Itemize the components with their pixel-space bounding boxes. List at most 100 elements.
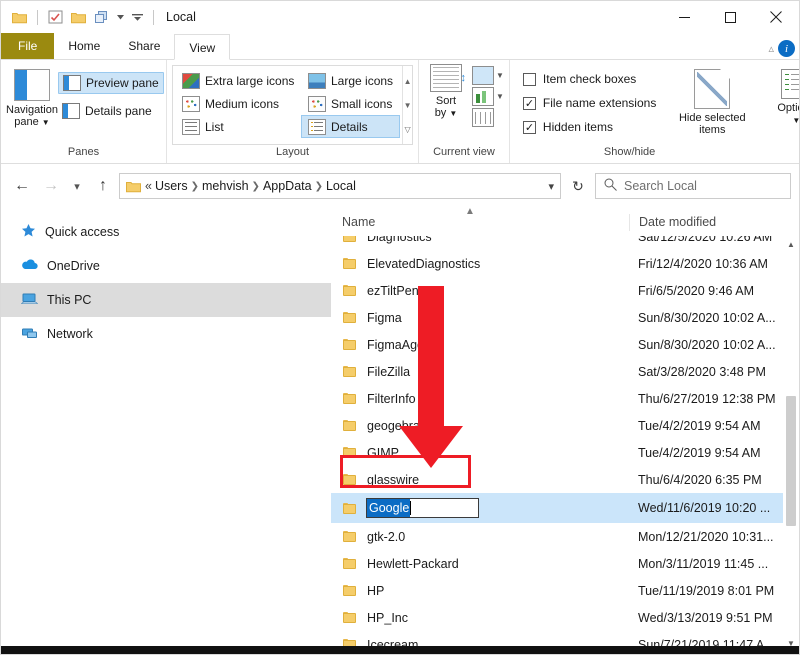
gallery-more-icon[interactable]: ▽ [404, 125, 410, 133]
search-input[interactable]: Search Local [624, 179, 697, 193]
breadcrumb-appdata[interactable]: AppData [263, 179, 312, 193]
navigation-pane-button[interactable]: Navigation pane ▼ [6, 65, 58, 129]
table-row[interactable]: HP_Inc Wed/3/13/2019 9:51 PM [331, 604, 799, 631]
layout-extra-large-icons[interactable]: Extra large icons [175, 69, 297, 92]
breadcrumb-separator[interactable]: ❯ [191, 181, 199, 192]
layout-medium-icons[interactable]: Medium icons [175, 92, 297, 115]
sidebar-item-quick-access[interactable]: Quick access [1, 215, 331, 249]
rename-input[interactable]: Google [366, 498, 479, 518]
gallery-scroll-down-icon[interactable]: ▼ [404, 101, 412, 109]
file-name-extensions-checkbox[interactable]: ✓ [522, 96, 536, 110]
table-row[interactable]: ezTiltPen Fri/6/5/2020 9:46 AM [331, 277, 799, 304]
hidden-items-row[interactable]: ✓ Hidden items [522, 115, 656, 139]
table-row[interactable]: FilterInfo Thu/6/27/2019 12:38 PM [331, 385, 799, 412]
size-columns-button[interactable] [472, 108, 504, 127]
chevron-down-icon[interactable]: ▼ [496, 92, 504, 101]
column-header-date-modified[interactable]: Date modified [629, 213, 799, 231]
file-name-extensions-row[interactable]: ✓ File name extensions [522, 91, 657, 115]
sort-by-icon: ↕ [430, 64, 466, 92]
chevron-up-icon[interactable]: ▵ [768, 42, 774, 55]
address-dropdown-icon[interactable]: ▾ [548, 180, 554, 193]
table-row[interactable]: glasswire Thu/6/4/2020 6:35 PM [331, 466, 799, 493]
chevron-down-icon[interactable]: ▼ [42, 118, 50, 127]
preview-pane-toggle[interactable]: Preview pane [57, 72, 164, 94]
layout-details[interactable]: Details [301, 115, 401, 138]
chevron-down-icon[interactable]: ▼ [496, 71, 504, 80]
vertical-scrollbar[interactable]: ▲ ▼ [783, 236, 799, 651]
refresh-button[interactable]: ↻ [564, 173, 592, 199]
column-header-name[interactable]: ▲ Name [331, 206, 629, 229]
table-row[interactable]: FigmaAgent Sun/8/30/2020 10:02 A... [331, 331, 799, 358]
tab-share[interactable]: Share [114, 33, 174, 59]
folder-icon [343, 557, 358, 570]
sidebar-item-this-pc[interactable]: This PC [1, 283, 331, 317]
copy-to-icon[interactable] [93, 9, 110, 26]
sidebar-item-network[interactable]: Network [1, 317, 331, 351]
recent-locations-button[interactable]: ▾ [67, 173, 87, 199]
tab-file[interactable]: File [1, 33, 55, 59]
large-icons-icon [308, 72, 326, 89]
layout-small-icons[interactable]: Small icons [301, 92, 400, 115]
title-bar: Local [1, 1, 799, 33]
breadcrumb-overflow[interactable]: « [145, 179, 152, 193]
folder-icon[interactable] [11, 9, 28, 26]
table-row[interactable]: Diagnostics Sat/12/5/2020 10:26 AM [331, 236, 799, 250]
table-row-selected[interactable]: Google Wed/11/6/2019 10:20 ... [331, 493, 799, 523]
breadcrumb-separator[interactable]: ❯ [252, 181, 260, 192]
tab-view[interactable]: View [174, 34, 231, 60]
customize-dropdown-icon[interactable] [131, 9, 144, 26]
layout-large-icons[interactable]: Large icons [301, 69, 400, 92]
table-row[interactable]: Figma Sun/8/30/2020 10:02 A... [331, 304, 799, 331]
item-check-boxes-row[interactable]: Item check boxes [522, 67, 656, 91]
breadcrumb-users[interactable]: Users [155, 179, 188, 193]
file-date: Tue/4/2/2019 9:54 AM [638, 445, 761, 460]
folder-icon [343, 392, 358, 405]
gallery-scroll-up-icon[interactable]: ▲ [404, 77, 412, 85]
tab-home[interactable]: Home [54, 33, 114, 59]
options-button[interactable]: Options ▼ [768, 65, 799, 127]
hidden-items-label: Hidden items [542, 120, 613, 134]
scrollbar-thumb[interactable] [786, 396, 796, 526]
minimize-button[interactable] [661, 1, 707, 33]
details-pane-toggle[interactable]: Details pane [58, 100, 164, 122]
add-columns-button[interactable]: ▼ [472, 66, 504, 85]
properties-icon[interactable] [47, 9, 64, 26]
search-box[interactable]: Search Local [595, 173, 791, 199]
table-row[interactable]: gtk-2.0 Mon/12/21/2020 10:31... [331, 523, 799, 550]
breadcrumb-separator[interactable]: ❯ [315, 181, 323, 192]
hidden-items-checkbox[interactable]: ✓ [522, 120, 536, 134]
hide-selected-items-button[interactable]: Hide selected items [670, 65, 754, 136]
up-button[interactable]: ↑ [90, 173, 116, 199]
back-button[interactable]: ← [9, 173, 35, 199]
new-folder-icon[interactable] [70, 9, 87, 26]
sidebar-label-quick-access: Quick access [45, 225, 120, 239]
file-name-extensions-label: File name extensions [542, 96, 657, 110]
ribbon-tabs: File Home Share View ▵ i [1, 33, 799, 60]
forward-button[interactable]: → [38, 173, 64, 199]
group-by-button[interactable]: ▼ [472, 87, 504, 106]
chevron-down-icon[interactable]: ▼ [792, 116, 799, 125]
scroll-up-button[interactable]: ▲ [783, 236, 799, 252]
address-input[interactable]: « Users ❯ mehvish ❯ AppData ❯ Local ▾ [119, 173, 561, 199]
file-date: Tue/11/19/2019 8:01 PM [638, 583, 775, 598]
maximize-button[interactable] [707, 1, 753, 33]
table-row[interactable]: geogebra Tue/4/2/2019 9:54 AM [331, 412, 799, 439]
help-icon[interactable]: i [778, 40, 795, 57]
breadcrumb-local[interactable]: Local [326, 179, 356, 193]
item-check-boxes-checkbox[interactable] [522, 72, 536, 86]
sidebar-item-onedrive[interactable]: OneDrive [1, 249, 331, 283]
table-row[interactable]: ElevatedDiagnostics Fri/12/4/2020 10:36 … [331, 250, 799, 277]
file-date: Sat/3/28/2020 3:48 PM [638, 364, 766, 379]
sort-by-button[interactable]: ↕ Sort by ▼ [424, 64, 468, 120]
chevron-down-icon[interactable]: ▼ [449, 109, 457, 118]
table-row[interactable]: FileZilla Sat/3/28/2020 3:48 PM [331, 358, 799, 385]
breadcrumb-mehvish[interactable]: mehvish [202, 179, 249, 193]
table-row[interactable]: HP Tue/11/19/2019 8:01 PM [331, 577, 799, 604]
table-row[interactable]: Hewlett-Packard Mon/3/11/2019 11:45 ... [331, 550, 799, 577]
folder-icon [343, 584, 358, 597]
copy-to-dropdown-icon[interactable] [116, 9, 125, 26]
table-row[interactable]: GIMP Tue/4/2/2019 9:54 AM [331, 439, 799, 466]
layout-list[interactable]: List [175, 115, 297, 138]
folder-icon [343, 236, 358, 243]
close-button[interactable] [753, 1, 799, 33]
